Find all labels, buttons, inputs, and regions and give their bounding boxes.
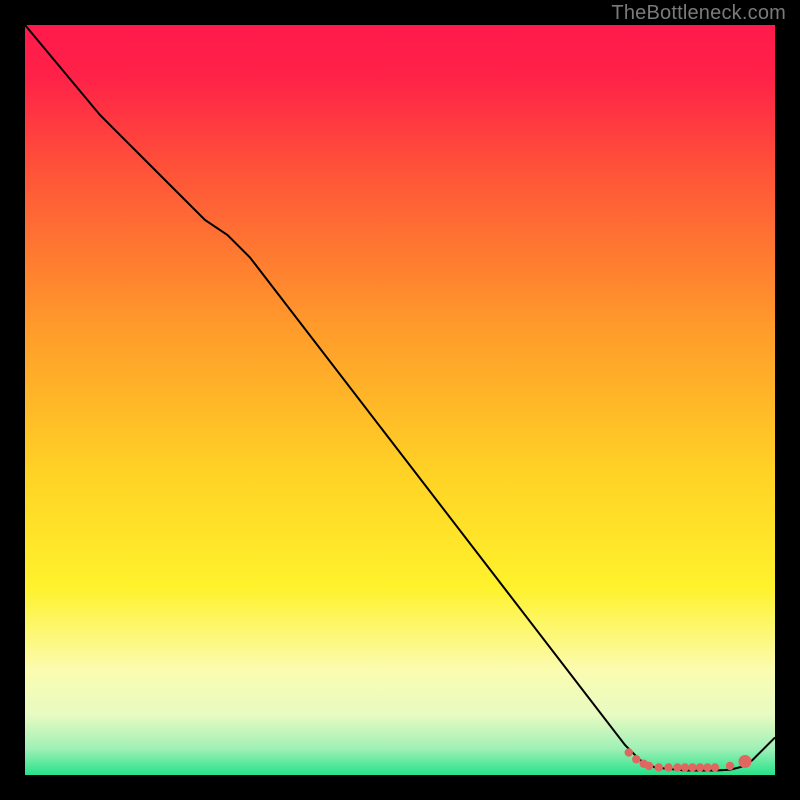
marker-dot (711, 763, 719, 771)
marker-dot (655, 763, 663, 771)
marker-dot (688, 763, 696, 771)
marker-dot (703, 763, 711, 771)
marker-dot (632, 755, 640, 763)
marker-dot (625, 748, 633, 756)
marker-dot (681, 763, 689, 771)
marker-dot (664, 763, 672, 771)
marker-dot (726, 762, 734, 770)
marker-dot-large (739, 755, 752, 768)
bottleneck-chart (25, 25, 775, 775)
marker-dot (645, 762, 653, 770)
marker-dot (696, 763, 704, 771)
chart-frame: TheBottleneck.com (0, 0, 800, 800)
watermark-text: TheBottleneck.com (611, 2, 786, 25)
gradient-background (25, 25, 775, 775)
marker-dot (673, 763, 681, 771)
